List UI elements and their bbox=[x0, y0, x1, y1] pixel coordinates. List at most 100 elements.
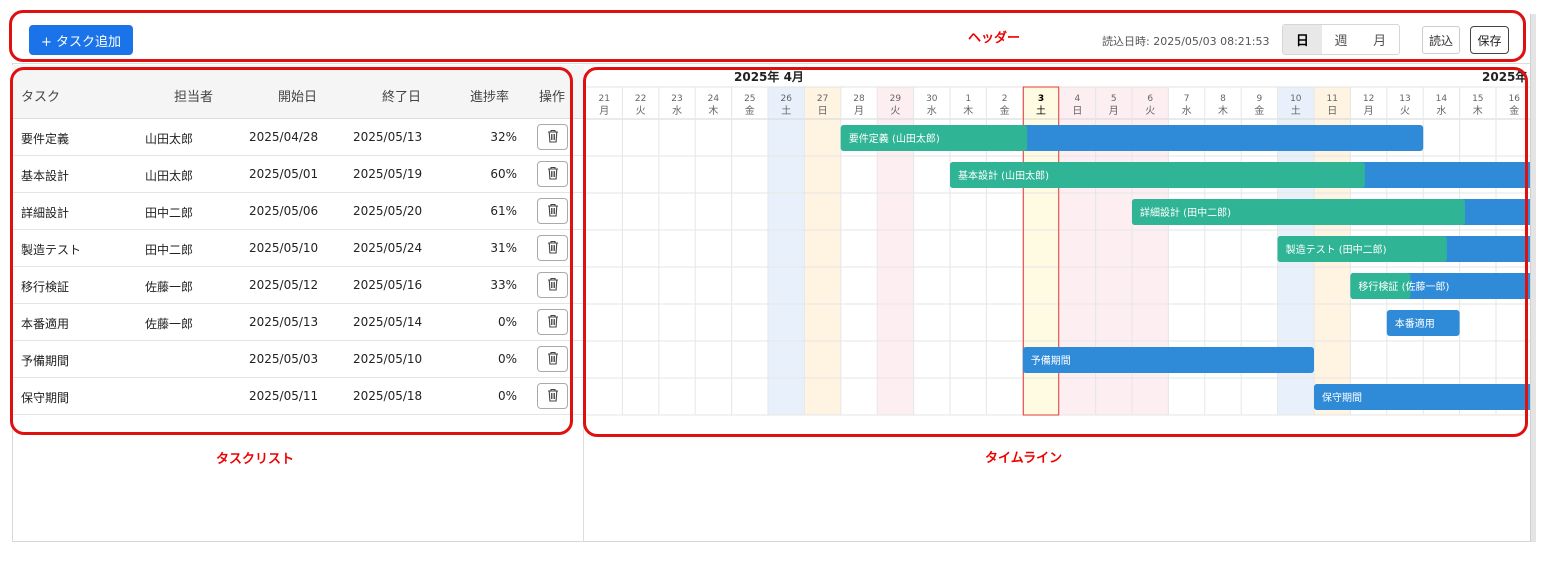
end-date-cell: 2025/05/16 bbox=[353, 278, 423, 292]
trash-icon bbox=[547, 128, 559, 147]
delete-task-button[interactable] bbox=[537, 198, 568, 224]
task-row[interactable]: 本番適用 佐藤一郎 2025/05/13 2025/05/14 0% bbox=[12, 304, 584, 341]
task-bar-label: 詳細設計 (田中二郎) bbox=[1140, 206, 1231, 219]
add-task-button[interactable]: + タスク追加 bbox=[29, 25, 133, 55]
end-date-cell: 2025/05/19 bbox=[353, 167, 423, 181]
trash-icon bbox=[547, 276, 559, 295]
task-name-cell: 本番適用 bbox=[21, 317, 70, 331]
day-number-label: 8 bbox=[1220, 94, 1226, 104]
task-name-cell: 要件定義 bbox=[21, 132, 70, 146]
start-date-cell: 2025/05/03 bbox=[249, 352, 319, 366]
gantt-app: + タスク追加 読込日時: 2025/05/03 08:21:53 日 週 月 … bbox=[0, 0, 1549, 562]
view-mode-toggle: 日 週 月 bbox=[1282, 24, 1400, 55]
end-date-cell: 2025/05/20 bbox=[353, 204, 423, 218]
delete-task-button[interactable] bbox=[537, 309, 568, 335]
task-row[interactable]: 移行検証 佐藤一郎 2025/05/12 2025/05/16 33% bbox=[12, 267, 584, 304]
progress-cell: 32% bbox=[490, 130, 517, 144]
task-row[interactable]: 詳細設計 田中二郎 2025/05/06 2025/05/20 61% bbox=[12, 193, 584, 230]
month-label: 2025年 4月 bbox=[734, 69, 804, 84]
weekday-label: 土 bbox=[1036, 104, 1046, 117]
weekday-label: 火 bbox=[1145, 105, 1155, 117]
weekday-label: 水 bbox=[1436, 105, 1446, 117]
weekday-label: 水 bbox=[927, 105, 937, 117]
task-row[interactable]: 基本設計 山田太郎 2025/05/01 2025/05/19 60% bbox=[12, 156, 584, 193]
progress-cell: 33% bbox=[490, 278, 517, 292]
progress-cell: 61% bbox=[490, 204, 517, 218]
trash-icon bbox=[547, 350, 559, 369]
task-bar-label: 製造テスト (田中二郎) bbox=[1286, 243, 1387, 256]
weekday-label: 日 bbox=[1327, 106, 1337, 117]
day-number-label: 30 bbox=[926, 94, 938, 104]
progress-cell: 60% bbox=[490, 167, 517, 181]
task-bar-label: 保守期間 bbox=[1322, 391, 1362, 404]
start-date-cell: 2025/05/10 bbox=[249, 241, 319, 255]
trash-icon bbox=[547, 239, 559, 258]
day-number-label: 23 bbox=[671, 94, 682, 104]
trash-icon bbox=[547, 313, 559, 332]
task-name-cell: 移行検証 bbox=[21, 280, 70, 294]
day-column-bg bbox=[768, 87, 805, 415]
weekday-label: 水 bbox=[1182, 105, 1192, 117]
end-date-cell: 2025/05/18 bbox=[353, 389, 423, 403]
weekday-label: 木 bbox=[963, 105, 973, 117]
day-number-label: 11 bbox=[1326, 94, 1337, 104]
delete-task-button[interactable] bbox=[537, 272, 568, 298]
task-row[interactable]: 保守期間 2025/05/11 2025/05/18 0% bbox=[12, 378, 584, 415]
day-number-label: 21 bbox=[598, 94, 609, 104]
weekday-label: 木 bbox=[1473, 105, 1483, 117]
day-number-label: 12 bbox=[1363, 94, 1374, 104]
weekday-label: 木 bbox=[1218, 105, 1228, 117]
weekday-label: 金 bbox=[1509, 104, 1519, 117]
assignee-cell: 田中二郎 bbox=[145, 206, 194, 220]
progress-cell: 31% bbox=[490, 241, 517, 255]
day-number-label: 28 bbox=[853, 94, 865, 104]
day-number-label: 15 bbox=[1472, 94, 1483, 104]
weekday-label: 日 bbox=[1072, 106, 1082, 117]
task-name-cell: 保守期間 bbox=[21, 391, 70, 405]
column-header-end: 終了日 bbox=[382, 90, 422, 105]
weekday-label: 土 bbox=[781, 104, 791, 117]
delete-task-button[interactable] bbox=[537, 346, 568, 372]
day-number-label: 14 bbox=[1436, 94, 1448, 104]
weekday-label: 金 bbox=[745, 104, 755, 117]
end-date-cell: 2025/05/24 bbox=[353, 241, 423, 255]
delete-task-button[interactable] bbox=[537, 235, 568, 261]
start-date-cell: 2025/05/06 bbox=[249, 204, 319, 218]
day-number-label: 16 bbox=[1508, 94, 1520, 104]
day-number-label: 26 bbox=[780, 94, 792, 104]
load-button[interactable]: 読込 bbox=[1422, 26, 1460, 54]
weekday-label: 日 bbox=[818, 106, 828, 117]
column-header-actions: 操作 bbox=[539, 90, 566, 105]
loaded-at-timestamp: 読込日時: 2025/05/03 08:21:53 bbox=[1102, 35, 1270, 48]
delete-task-button[interactable] bbox=[537, 124, 568, 150]
progress-cell: 0% bbox=[497, 315, 517, 329]
delete-task-button[interactable] bbox=[537, 161, 568, 187]
day-number-label: 2 bbox=[1002, 94, 1008, 104]
assignee-cell: 山田太郎 bbox=[145, 132, 194, 146]
weekday-label: 火 bbox=[636, 105, 646, 117]
task-bar-label: 移行検証 (佐藤一郎) bbox=[1358, 280, 1449, 293]
trash-icon bbox=[547, 202, 559, 221]
save-button[interactable]: 保存 bbox=[1470, 26, 1509, 54]
tasklist-annotation-label: タスクリスト bbox=[216, 452, 295, 467]
end-date-cell: 2025/05/13 bbox=[353, 130, 423, 144]
delete-task-button[interactable] bbox=[537, 383, 568, 409]
header-bar: + タスク追加 読込日時: 2025/05/03 08:21:53 日 週 月 … bbox=[12, 14, 1533, 64]
task-row[interactable]: 製造テスト 田中二郎 2025/05/10 2025/05/24 31% bbox=[12, 230, 584, 267]
view-week-button[interactable]: 週 bbox=[1322, 25, 1361, 54]
day-number-label: 1 bbox=[965, 94, 971, 104]
day-number-label: 3 bbox=[1038, 94, 1044, 104]
task-bar-label: 本番適用 bbox=[1395, 317, 1435, 330]
weekday-label: 金 bbox=[1254, 104, 1264, 117]
view-day-button[interactable]: 日 bbox=[1283, 25, 1322, 54]
column-header-task: タスク bbox=[21, 90, 61, 105]
task-row[interactable]: 要件定義 山田太郎 2025/04/28 2025/05/13 32% bbox=[12, 119, 584, 156]
weekday-label: 火 bbox=[890, 105, 900, 117]
day-number-label: 22 bbox=[635, 94, 646, 104]
start-date-cell: 2025/04/28 bbox=[249, 130, 319, 144]
vertical-scrollbar[interactable] bbox=[1530, 14, 1536, 542]
view-month-button[interactable]: 月 bbox=[1360, 25, 1399, 54]
task-row[interactable]: 予備期間 2025/05/03 2025/05/10 0% bbox=[12, 341, 584, 378]
timeline-chart: 2025年 4月2025年 521月22火23水24木25金26土27日28月2… bbox=[586, 69, 1530, 416]
task-bar-label: 予備期間 bbox=[1031, 354, 1071, 367]
